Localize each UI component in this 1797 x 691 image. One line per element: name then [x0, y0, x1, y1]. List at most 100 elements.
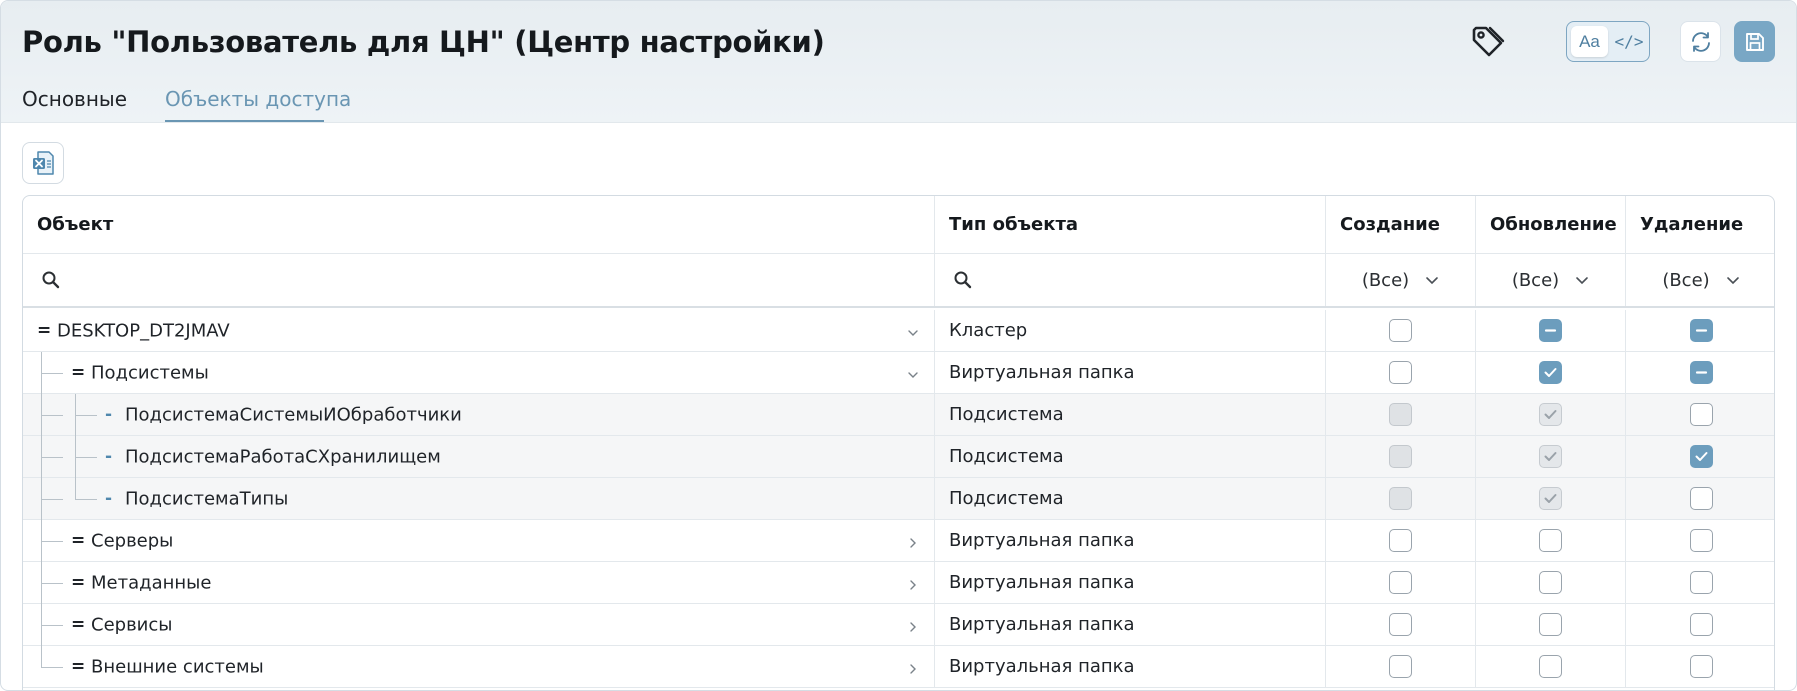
tree-connector: [41, 667, 63, 668]
table-row[interactable]: = Серверы Виртуальная папка: [23, 520, 1774, 562]
tab-main[interactable]: Основные: [22, 87, 127, 111]
update-checkbox[interactable]: [1539, 319, 1562, 342]
delete-permission-cell: [1626, 436, 1774, 477]
chevron-right-icon[interactable]: [906, 660, 920, 674]
delete-checkbox[interactable]: [1689, 361, 1713, 384]
object-cell: - ПодсистемаТипы: [23, 478, 935, 520]
object-type-cell: Подсистема: [935, 394, 1326, 435]
delete-checkbox[interactable]: [1689, 655, 1713, 678]
update-checkbox[interactable]: [1539, 361, 1562, 384]
chevron-down-icon: [1726, 277, 1739, 285]
delete-permission-cell: [1626, 562, 1774, 603]
column-header-object[interactable]: Объект: [23, 196, 935, 253]
create-checkbox[interactable]: [1389, 571, 1412, 594]
delete-checkbox[interactable]: [1689, 319, 1713, 342]
create-permission-cell: [1326, 478, 1476, 519]
create-checkbox[interactable]: [1389, 655, 1412, 678]
object-type-cell: Подсистема: [935, 436, 1326, 477]
page-title: Роль "Пользователь для ЦН" (Центр настро…: [22, 25, 825, 59]
tree-node[interactable]: = Серверы: [71, 530, 173, 551]
code-view-button[interactable]: </>: [1611, 26, 1647, 57]
column-header-create[interactable]: Создание: [1326, 196, 1476, 253]
chevron-right-icon[interactable]: [906, 618, 920, 632]
table-row[interactable]: - ПодсистемаТипы Подсистема: [23, 478, 1774, 520]
refresh-icon: [1691, 31, 1710, 52]
update-checkbox[interactable]: [1539, 529, 1562, 552]
chevron-right-icon[interactable]: [906, 534, 920, 548]
object-cell: = DESKTOP_DT2JMAV: [23, 310, 935, 351]
object-type-cell: Виртуальная папка: [935, 520, 1326, 561]
create-checkbox[interactable]: [1389, 529, 1412, 552]
table-row[interactable]: = Внешние системы Виртуальная папка: [23, 646, 1774, 688]
column-header-delete[interactable]: Удаление: [1626, 196, 1774, 253]
object-search-input[interactable]: [23, 254, 935, 306]
tree-node[interactable]: - ПодсистемаСистемыИОбработчики: [105, 404, 462, 425]
folder-marker-icon: =: [71, 656, 86, 677]
tree-node[interactable]: = DESKTOP_DT2JMAV: [37, 320, 230, 341]
chevron-down-icon[interactable]: [906, 366, 920, 380]
create-permission-cell: [1326, 436, 1476, 477]
create-checkbox[interactable]: [1389, 613, 1412, 636]
delete-checkbox[interactable]: [1689, 445, 1713, 468]
delete-checkbox[interactable]: [1689, 403, 1713, 426]
update-checkbox: [1539, 487, 1562, 510]
object-cell: = Подсистемы: [23, 352, 935, 394]
tree-connector: [75, 478, 76, 499]
update-permission-cell: [1476, 520, 1626, 561]
tree-connector: [75, 415, 97, 416]
tree-connector: [75, 499, 97, 500]
delete-permission-cell: [1626, 310, 1774, 351]
table-row[interactable]: - ПодсистемаРаботаСХранилищем Подсистема: [23, 436, 1774, 478]
object-name: Подсистемы: [91, 362, 209, 383]
update-permission-cell: [1476, 436, 1626, 477]
type-search-input[interactable]: [935, 254, 1326, 306]
update-filter-value: (Все): [1511, 269, 1560, 291]
delete-checkbox[interactable]: [1689, 487, 1713, 510]
active-tab-indicator: [165, 120, 324, 122]
table-row[interactable]: = DESKTOP_DT2JMAV Кластер: [23, 310, 1774, 352]
tree-node[interactable]: - ПодсистемаРаботаСХранилищем: [105, 446, 441, 467]
update-permission-cell: [1476, 562, 1626, 603]
create-filter-select[interactable]: (Все): [1362, 270, 1439, 291]
tree-connector: [41, 415, 63, 416]
create-checkbox[interactable]: [1389, 319, 1412, 342]
delete-filter-select[interactable]: (Все): [1662, 270, 1739, 291]
tab-access-objects[interactable]: Объекты доступа: [165, 87, 351, 111]
export-excel-button[interactable]: [22, 142, 64, 184]
chevron-down-icon[interactable]: [906, 324, 920, 338]
save-button[interactable]: [1734, 21, 1775, 62]
tags-button[interactable]: [1470, 24, 1506, 60]
refresh-button[interactable]: [1680, 21, 1721, 62]
column-header-update[interactable]: Обновление: [1476, 196, 1626, 253]
chevron-right-icon[interactable]: [906, 576, 920, 590]
table-row[interactable]: = Подсистемы Виртуальная папка: [23, 352, 1774, 394]
object-type-cell: Кластер: [935, 310, 1326, 351]
excel-export-icon: [33, 151, 54, 175]
object-type-cell: Виртуальная папка: [935, 352, 1326, 393]
object-type-cell: Подсистема: [935, 478, 1326, 519]
tree-node[interactable]: = Внешние системы: [71, 656, 264, 677]
create-checkbox[interactable]: [1389, 361, 1412, 384]
text-view-button[interactable]: Aa: [1571, 26, 1608, 57]
object-cell: = Серверы: [23, 520, 935, 562]
column-header-type[interactable]: Тип объекта: [935, 196, 1326, 253]
tree-node[interactable]: = Подсистемы: [71, 362, 209, 383]
view-mode-toggle: Aa </>: [1566, 21, 1650, 62]
table-row[interactable]: = Метаданные Виртуальная папка: [23, 562, 1774, 604]
update-checkbox[interactable]: [1539, 613, 1562, 636]
update-checkbox[interactable]: [1539, 571, 1562, 594]
table-row[interactable]: - ПодсистемаСистемыИОбработчики Подсистема: [23, 394, 1774, 436]
object-name: ПодсистемаРаботаСХранилищем: [125, 446, 441, 467]
delete-checkbox[interactable]: [1689, 529, 1713, 552]
create-permission-cell: [1326, 310, 1476, 351]
delete-checkbox[interactable]: [1689, 571, 1713, 594]
tree-connector: [75, 436, 76, 478]
update-checkbox[interactable]: [1539, 655, 1562, 678]
update-filter-select[interactable]: (Все): [1512, 270, 1589, 291]
tree-connector: [75, 394, 76, 436]
tree-node[interactable]: = Сервисы: [71, 614, 172, 635]
tree-node[interactable]: - ПодсистемаТипы: [105, 488, 288, 509]
delete-checkbox[interactable]: [1689, 613, 1713, 636]
table-row[interactable]: = Сервисы Виртуальная папка: [23, 604, 1774, 646]
tree-node[interactable]: = Метаданные: [71, 572, 211, 593]
